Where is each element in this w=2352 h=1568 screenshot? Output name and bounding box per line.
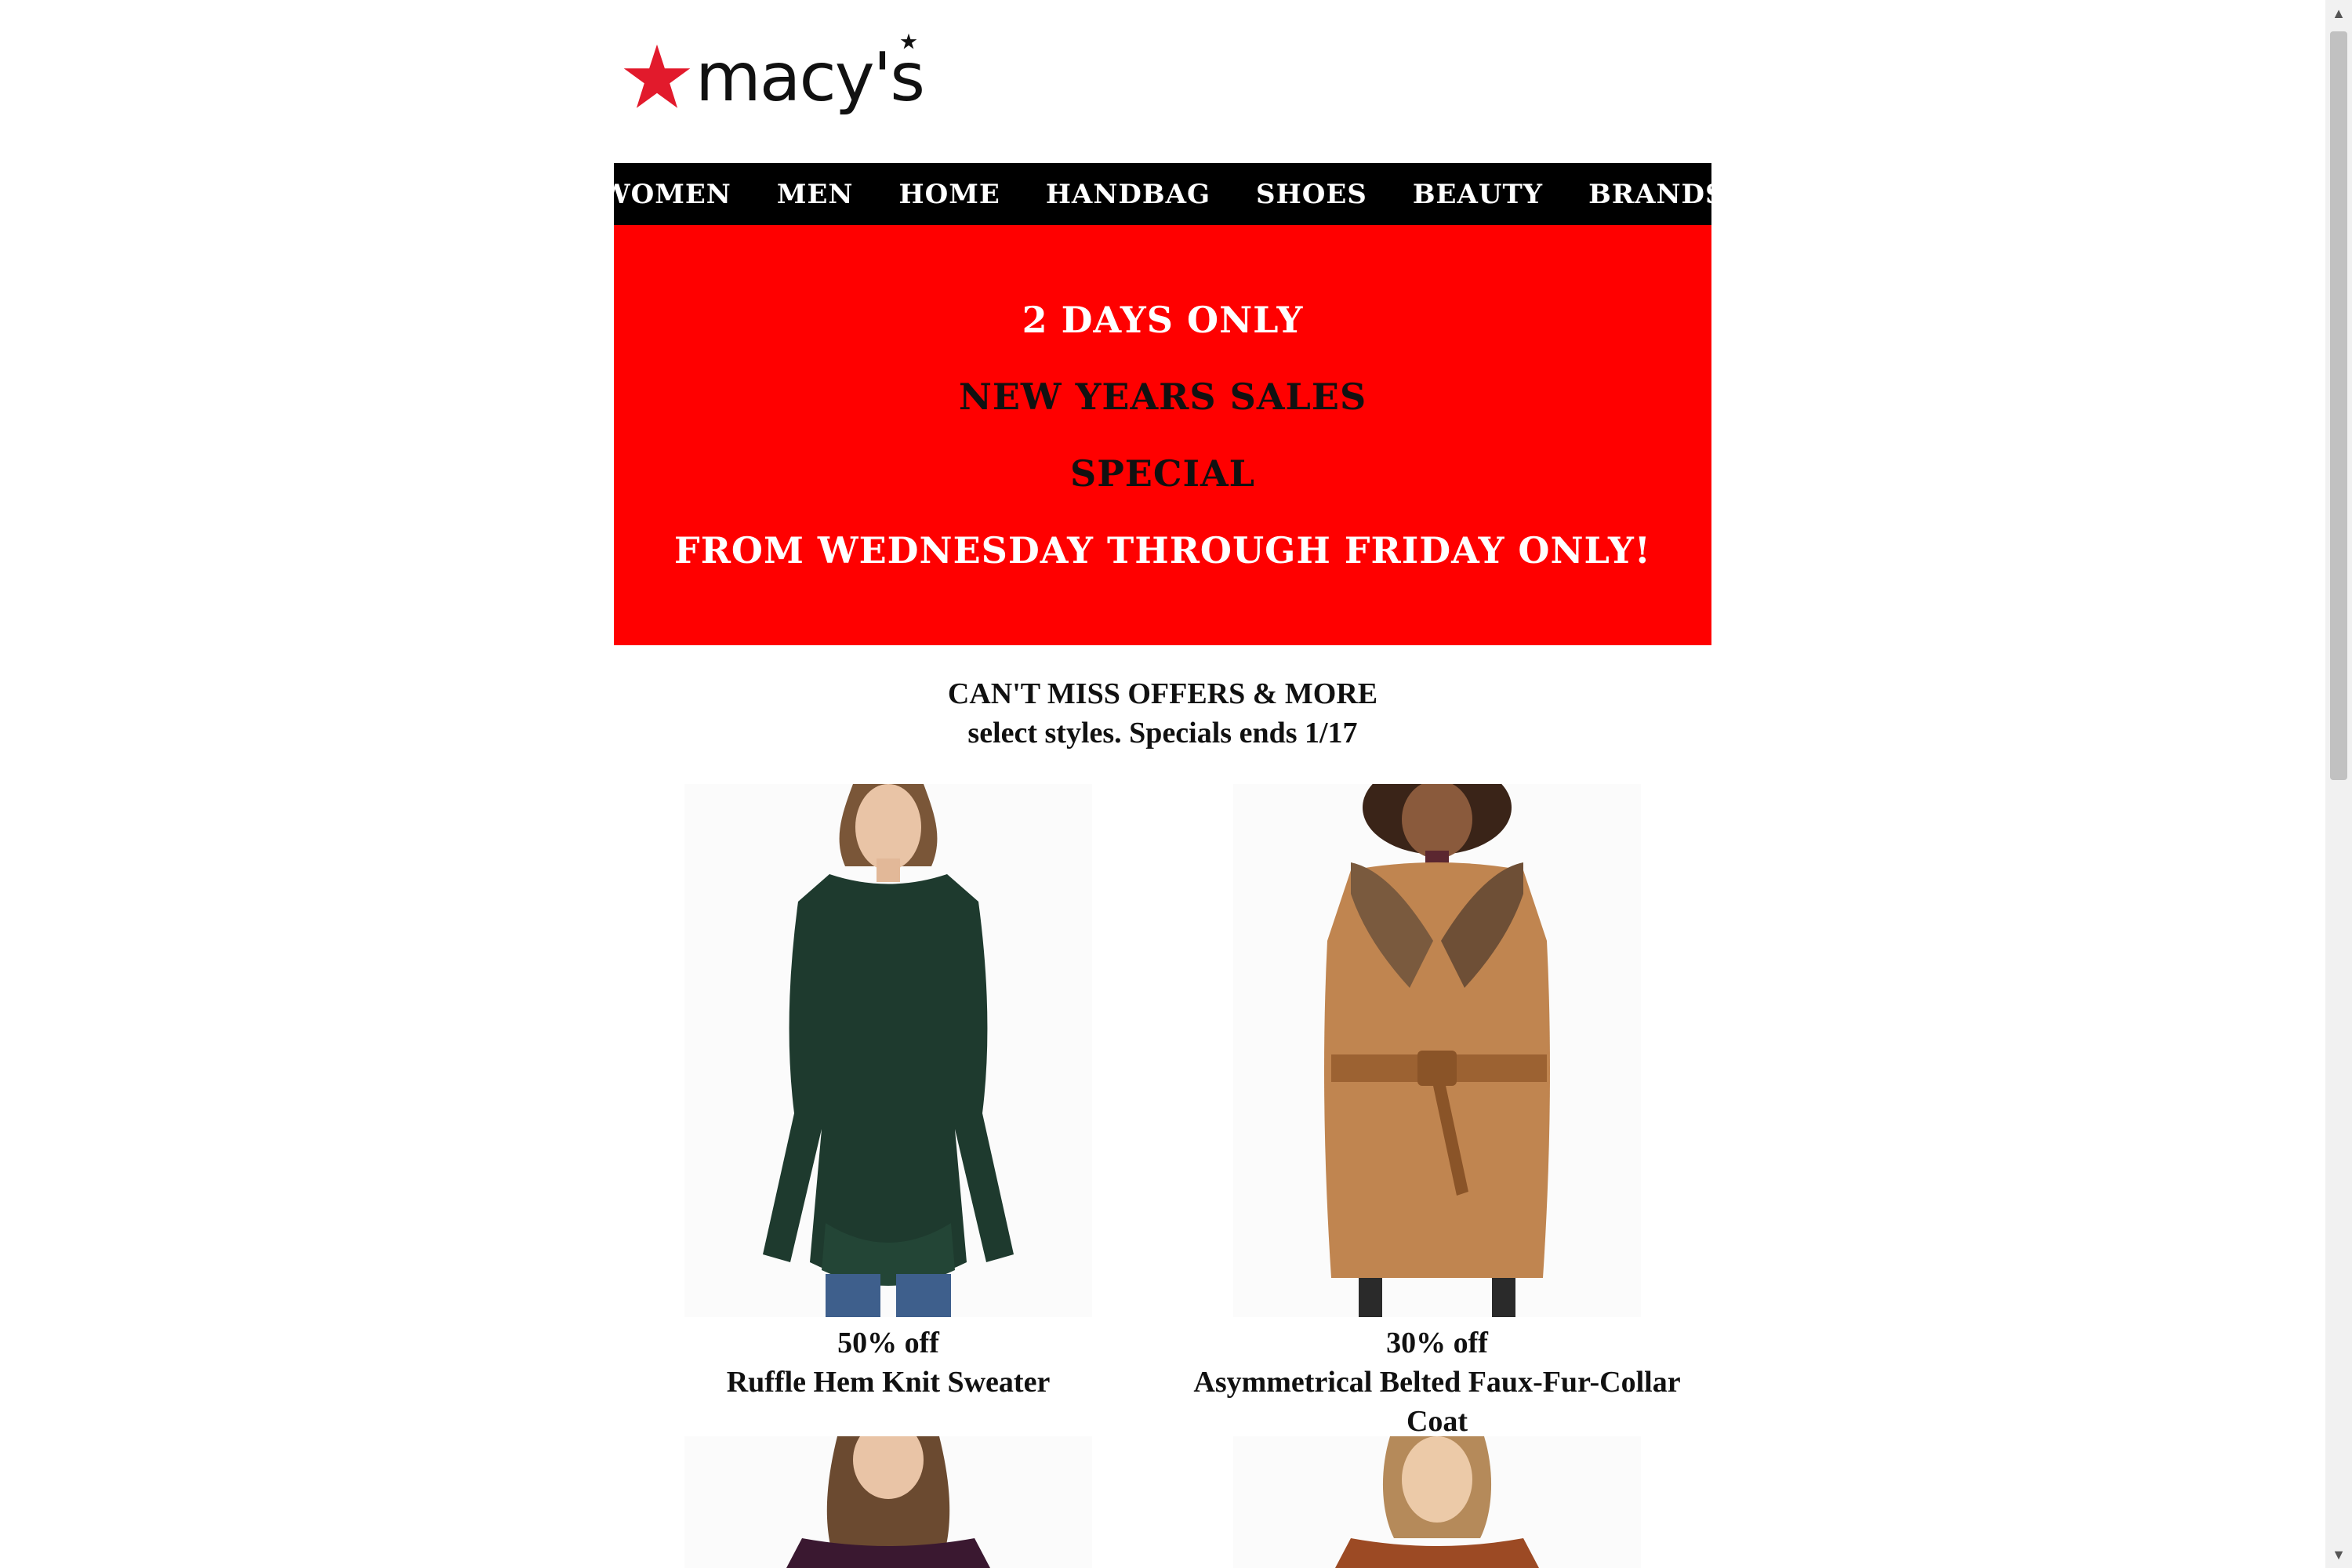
scrollbar-thumb[interactable]: [2330, 31, 2347, 780]
offers-title: CAN'T MISS OFFERS & MORE: [947, 677, 1378, 710]
scroll-up-arrow-icon[interactable]: ▲: [2325, 0, 2352, 27]
scroll-down-arrow-icon[interactable]: ▼: [2325, 1541, 2352, 1568]
logo-wordmark: macy's: [695, 33, 925, 111]
small-star-icon: [900, 33, 917, 49]
nav-beauty[interactable]: BEAUTY: [1390, 179, 1566, 210]
category-nav: WOMEN MEN HOME HANDBAG SHOES BEAUTY BRAN…: [600, 163, 1725, 225]
product-image-sweater[interactable]: [684, 784, 1092, 1317]
product-card-partial-1[interactable]: [614, 1436, 1163, 1568]
offers-subtitle: select styles. Specials ends 1/17: [967, 717, 1358, 750]
offers-heading: CAN'T MISS OFFERS & MORE select styles. …: [614, 674, 1711, 753]
banner-line-dates: FROM WEDNESDAY THROUGH FRIDAY ONLY!: [674, 529, 1651, 572]
product-discount: 50% off: [837, 1327, 939, 1359]
macys-logo[interactable]: macy's: [622, 33, 935, 121]
nav-home[interactable]: HOME: [877, 179, 1023, 210]
nav-brands[interactable]: BRANDS: [1566, 179, 1748, 210]
product-image-partial-1[interactable]: [684, 1436, 1092, 1568]
promo-banner: 2 DAYS ONLY NEW YEARS SALES SPECIAL FROM…: [614, 225, 1711, 645]
nav-men[interactable]: MEN: [754, 179, 877, 210]
nav-handbag[interactable]: HANDBAG: [1023, 179, 1233, 210]
product-card-coat[interactable]: 30% off Asymmetrical Belted Faux-Fur-Col…: [1163, 784, 1711, 1441]
product-image-coat[interactable]: [1233, 784, 1641, 1317]
product-card-sweater[interactable]: 50% off Ruffle Hem Knit Sweater: [614, 784, 1163, 1402]
email-page: macy's WOMEN MEN HOME HANDBAG SHOES BEAU…: [600, 0, 1725, 1568]
product-name[interactable]: Ruffle Hem Knit Sweater: [614, 1363, 1163, 1402]
banner-line-days: 2 DAYS ONLY: [1022, 299, 1304, 341]
product-name[interactable]: Asymmetrical Belted Faux-Fur-Collar Coat: [1163, 1363, 1711, 1441]
banner-line-sales: NEW YEARS SALES: [958, 376, 1367, 418]
nav-women[interactable]: WOMEN: [577, 179, 753, 210]
product-discount: 30% off: [1386, 1327, 1488, 1359]
nav-shoes[interactable]: SHOES: [1233, 179, 1390, 210]
product-card-partial-2[interactable]: [1163, 1436, 1711, 1568]
banner-line-special: SPECIAL: [1069, 452, 1256, 495]
macys-star-icon: [623, 44, 691, 108]
vertical-scrollbar[interactable]: ▲ ▼: [2325, 0, 2352, 1568]
product-image-partial-2[interactable]: [1233, 1436, 1641, 1568]
